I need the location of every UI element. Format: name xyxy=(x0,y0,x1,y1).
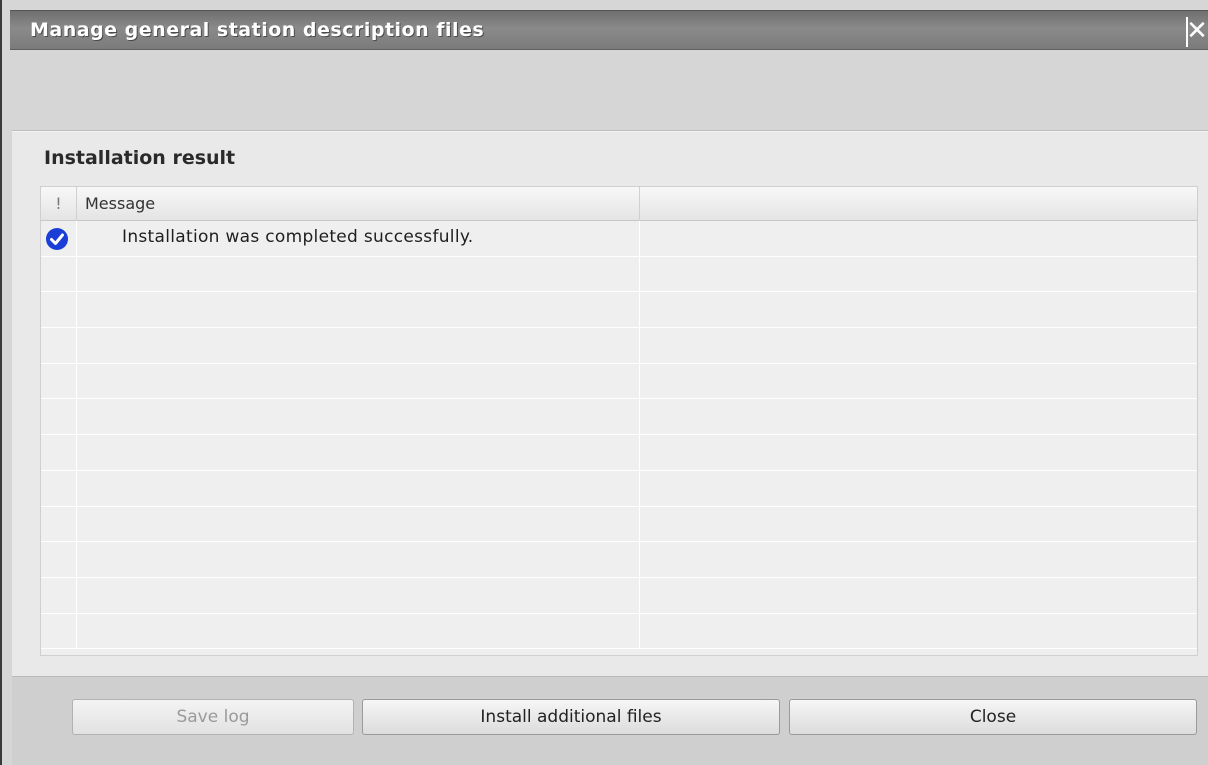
table-cell xyxy=(41,363,77,399)
table-cell xyxy=(640,507,1197,542)
table-body: Installation was completed successfully. xyxy=(41,221,1197,650)
table-cell xyxy=(41,577,77,613)
button-bar: Save log Install additional files Close xyxy=(12,676,1208,765)
table-cell xyxy=(77,470,640,506)
dialog-window: Manage general station description files… xyxy=(0,0,1208,765)
table-cell xyxy=(41,506,77,542)
table-row[interactable] xyxy=(41,256,1197,293)
table-row[interactable] xyxy=(41,506,1197,543)
table-cell xyxy=(77,542,640,577)
table-cell xyxy=(640,578,1197,613)
table-cell xyxy=(640,364,1197,399)
row-icon-cell xyxy=(41,221,77,256)
table-header: ! Message xyxy=(41,187,1197,221)
table-cell xyxy=(41,470,77,506)
header-area xyxy=(12,51,1208,131)
close-button[interactable]: Close xyxy=(789,699,1197,735)
table-row[interactable] xyxy=(41,470,1197,507)
table-cell xyxy=(41,435,77,470)
table-cell xyxy=(77,613,640,649)
table-row[interactable] xyxy=(41,542,1197,578)
table-cell xyxy=(640,614,1197,649)
table-row[interactable] xyxy=(41,577,1197,614)
result-table: ! Message Installation was completed suc… xyxy=(40,186,1198,656)
table-cell xyxy=(640,399,1197,434)
table-cell xyxy=(77,292,640,328)
section-title: Installation result xyxy=(44,147,236,169)
content-panel: Installation result ! Message Installati… xyxy=(12,131,1208,676)
table-row[interactable] xyxy=(41,399,1197,436)
table-row[interactable] xyxy=(41,363,1197,400)
table-cell xyxy=(640,435,1197,470)
table-cell xyxy=(77,399,640,435)
table-cell xyxy=(640,292,1197,327)
table-cell xyxy=(41,256,77,292)
row-extra-cell xyxy=(640,221,1197,256)
table-cell xyxy=(77,435,640,470)
table-cell xyxy=(640,257,1197,292)
table-cell xyxy=(41,613,77,649)
table-cell xyxy=(640,328,1197,363)
column-header-message[interactable]: Message xyxy=(77,187,640,221)
table-cell xyxy=(41,328,77,363)
table-cell xyxy=(77,577,640,613)
table-cell xyxy=(77,256,640,292)
row-message: Installation was completed successfully. xyxy=(122,227,474,247)
close-icon[interactable]: ✕ xyxy=(1184,17,1208,47)
table-cell xyxy=(640,542,1197,577)
table-row[interactable] xyxy=(41,613,1197,650)
column-header-extra[interactable] xyxy=(640,187,1197,221)
column-header-severity[interactable]: ! xyxy=(41,187,77,221)
table-row[interactable] xyxy=(41,435,1197,471)
table-cell xyxy=(77,506,640,542)
success-check-icon xyxy=(46,228,68,250)
table-cell xyxy=(77,328,640,363)
table-row[interactable]: Installation was completed successfully. xyxy=(41,221,1197,257)
table-cell xyxy=(640,471,1197,506)
table-row[interactable] xyxy=(41,292,1197,329)
table-row[interactable] xyxy=(41,328,1197,364)
dialog-title: Manage general station description files xyxy=(30,19,485,41)
install-additional-files-button[interactable]: Install additional files xyxy=(362,699,780,735)
table-cell xyxy=(41,542,77,577)
table-cell xyxy=(77,363,640,399)
save-log-button[interactable]: Save log xyxy=(72,699,354,735)
table-cell xyxy=(41,292,77,328)
row-message-cell: Installation was completed successfully. xyxy=(77,221,640,256)
table-cell xyxy=(41,399,77,435)
title-bar[interactable]: Manage general station description files… xyxy=(10,10,1208,50)
